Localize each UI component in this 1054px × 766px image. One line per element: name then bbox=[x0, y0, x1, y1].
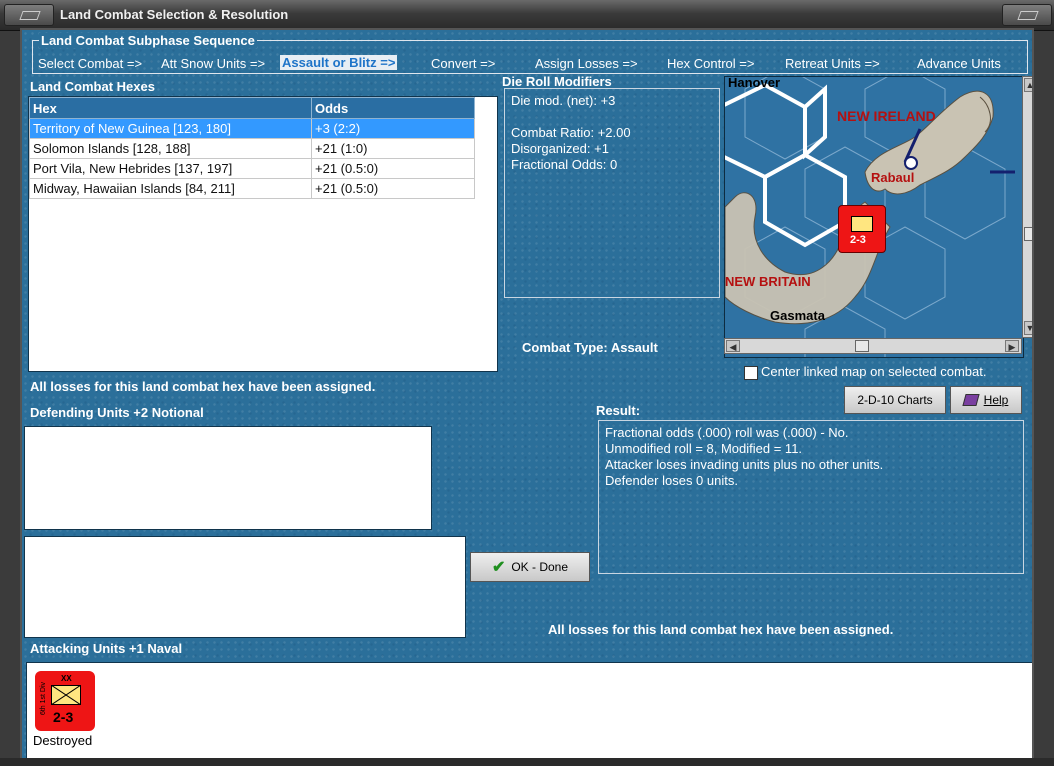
modifier-line: Fractional Odds: 0 bbox=[511, 157, 618, 172]
map-label-new-britain: NEW BRITAIN bbox=[725, 274, 811, 289]
infantry-icon bbox=[51, 685, 81, 705]
center-linked-map-checkbox[interactable] bbox=[744, 366, 758, 380]
result-box: Fractional odds (.000) roll was (.000) -… bbox=[598, 420, 1024, 574]
bottom-edge bbox=[0, 758, 1054, 766]
odds-cell: +21 (1:0) bbox=[311, 138, 475, 159]
map-label-new-ireland: NEW IRELAND bbox=[837, 108, 936, 124]
minimize-button[interactable] bbox=[1002, 4, 1052, 26]
title-bar: Land Combat Selection & Resolution bbox=[0, 0, 1054, 31]
map-unit-counter[interactable]: 2-3 bbox=[838, 205, 886, 253]
window-title: Land Combat Selection & Resolution bbox=[60, 7, 289, 22]
map-label-hanover: Hanover bbox=[728, 76, 781, 90]
window-icon bbox=[19, 11, 41, 20]
unit-designation: 6th 1st Div bbox=[40, 681, 48, 716]
step-retreat-units: Retreat Units => bbox=[785, 56, 880, 71]
column-hex[interactable]: Hex bbox=[29, 97, 312, 119]
losses-assigned-message: All losses for this land combat hex have… bbox=[30, 379, 376, 394]
hex-cell: Solomon Islands [128, 188] bbox=[29, 138, 312, 159]
hexes-heading: Land Combat Hexes bbox=[30, 79, 155, 94]
unit-size: XX bbox=[61, 674, 72, 683]
step-assault-or-blitz: Assault or Blitz => bbox=[280, 55, 398, 70]
units-box[interactable] bbox=[24, 536, 466, 638]
table-row[interactable]: Midway, Hawaiian Islands [84, 211] +21 (… bbox=[29, 178, 475, 199]
scroll-left-arrow-icon[interactable]: ◀ bbox=[726, 340, 740, 352]
table-row[interactable]: Solomon Islands [128, 188] +21 (1:0) bbox=[29, 138, 475, 159]
help-book-icon bbox=[962, 394, 980, 406]
odds-cell: +3 (2:2) bbox=[311, 118, 475, 139]
result-line: Fractional odds (.000) roll was (.000) -… bbox=[605, 425, 849, 440]
ok-done-label: OK - Done bbox=[511, 560, 569, 574]
unit-strength: 2-3 bbox=[53, 709, 74, 725]
hex-cell: Port Vila, New Hebrides [137, 197] bbox=[29, 158, 312, 179]
result-line: Defender loses 0 units. bbox=[605, 473, 738, 488]
attacking-heading: Attacking Units +1 Naval bbox=[30, 641, 183, 656]
center-linked-map-label: Center linked map on selected combat. bbox=[761, 364, 987, 379]
minimize-icon bbox=[1017, 11, 1039, 20]
sequence-legend: Land Combat Subphase Sequence bbox=[39, 33, 257, 48]
attacking-units-box: XX 6th 1st Div 2-3 Destroyed bbox=[26, 662, 1032, 760]
table-row[interactable]: Port Vila, New Hebrides [137, 197] +21 (… bbox=[29, 158, 475, 179]
table-row[interactable]: Territory of New Guinea [123, 180] +3 (2… bbox=[29, 118, 475, 139]
help-button[interactable]: Help bbox=[950, 386, 1022, 414]
linked-map[interactable]: Hanover NEW IRELAND Rabaul NEW BRITAIN G… bbox=[724, 76, 1024, 358]
step-assign-losses: Assign Losses => bbox=[535, 56, 638, 71]
modifiers-heading: Die Roll Modifiers bbox=[502, 74, 612, 89]
help-label: Help bbox=[983, 393, 1009, 407]
charts-label: 2-D-10 Charts bbox=[857, 393, 933, 407]
result-line: Unmodified roll = 8, Modified = 11. bbox=[605, 441, 803, 456]
map-label-gasmata: Gasmata bbox=[770, 308, 825, 323]
modifier-line bbox=[511, 109, 713, 125]
unit-status: Destroyed bbox=[33, 733, 93, 748]
map-vertical-scrollbar[interactable]: ▲ ▼ bbox=[1022, 76, 1032, 338]
combat-hexes-table: Hex Odds Territory of New Guinea [123, 1… bbox=[28, 96, 498, 372]
map-label-rabaul: Rabaul bbox=[871, 170, 915, 185]
map-horizontal-scrollbar[interactable]: ◀ ▶ bbox=[724, 338, 1022, 354]
modifier-line: Combat Ratio: +2.00 bbox=[511, 125, 631, 140]
vertical-scroll-thumb[interactable] bbox=[1024, 227, 1032, 241]
map-counter-strength: 2-3 bbox=[850, 234, 866, 246]
combat-type: Combat Type: Assault bbox=[522, 340, 658, 355]
hex-cell: Territory of New Guinea [123, 180] bbox=[29, 118, 312, 139]
result-line: Attacker loses invading units plus no ot… bbox=[605, 457, 884, 472]
result-heading: Result: bbox=[596, 403, 641, 418]
defending-heading: Defending Units +2 Notional bbox=[30, 405, 204, 420]
die-roll-modifiers-box: Die mod. (net): +3 Combat Ratio: +2.00 D… bbox=[504, 88, 720, 298]
main-panel: Land Combat Subphase Sequence Select Com… bbox=[20, 28, 1034, 762]
window-menu-button[interactable] bbox=[4, 4, 54, 26]
scroll-right-arrow-icon[interactable]: ▶ bbox=[1005, 340, 1019, 352]
attacking-unit-counter[interactable]: XX 6th 1st Div 2-3 bbox=[35, 671, 95, 731]
subphase-sequence: Land Combat Subphase Sequence Select Com… bbox=[32, 33, 1028, 74]
modifier-line: Disorganized: +1 bbox=[511, 141, 609, 156]
column-odds[interactable]: Odds bbox=[311, 97, 475, 119]
odds-cell: +21 (0.5:0) bbox=[311, 158, 475, 179]
step-att-snow-units: Att Snow Units => bbox=[161, 56, 266, 71]
hex-cell: Midway, Hawaiian Islands [84, 211] bbox=[29, 178, 312, 199]
modifier-line: Die mod. (net): +3 bbox=[511, 93, 616, 108]
scroll-down-arrow-icon[interactable]: ▼ bbox=[1024, 321, 1032, 335]
losses-assigned-message-bottom: All losses for this land combat hex have… bbox=[548, 622, 894, 637]
step-convert: Convert => bbox=[431, 56, 496, 71]
infantry-icon bbox=[851, 216, 873, 232]
step-select-combat: Select Combat => bbox=[38, 56, 143, 71]
charts-button[interactable]: 2-D-10 Charts bbox=[844, 386, 946, 414]
horizontal-scroll-thumb[interactable] bbox=[855, 340, 869, 352]
ok-done-button[interactable]: ✔ OK - Done bbox=[470, 552, 590, 582]
checkmark-icon: ✔ bbox=[491, 559, 506, 576]
step-hex-control: Hex Control => bbox=[667, 56, 755, 71]
odds-cell: +21 (0.5:0) bbox=[311, 178, 475, 199]
defending-units-box[interactable] bbox=[24, 426, 432, 530]
scroll-up-arrow-icon[interactable]: ▲ bbox=[1024, 78, 1032, 92]
step-advance-units: Advance Units bbox=[917, 56, 1001, 71]
